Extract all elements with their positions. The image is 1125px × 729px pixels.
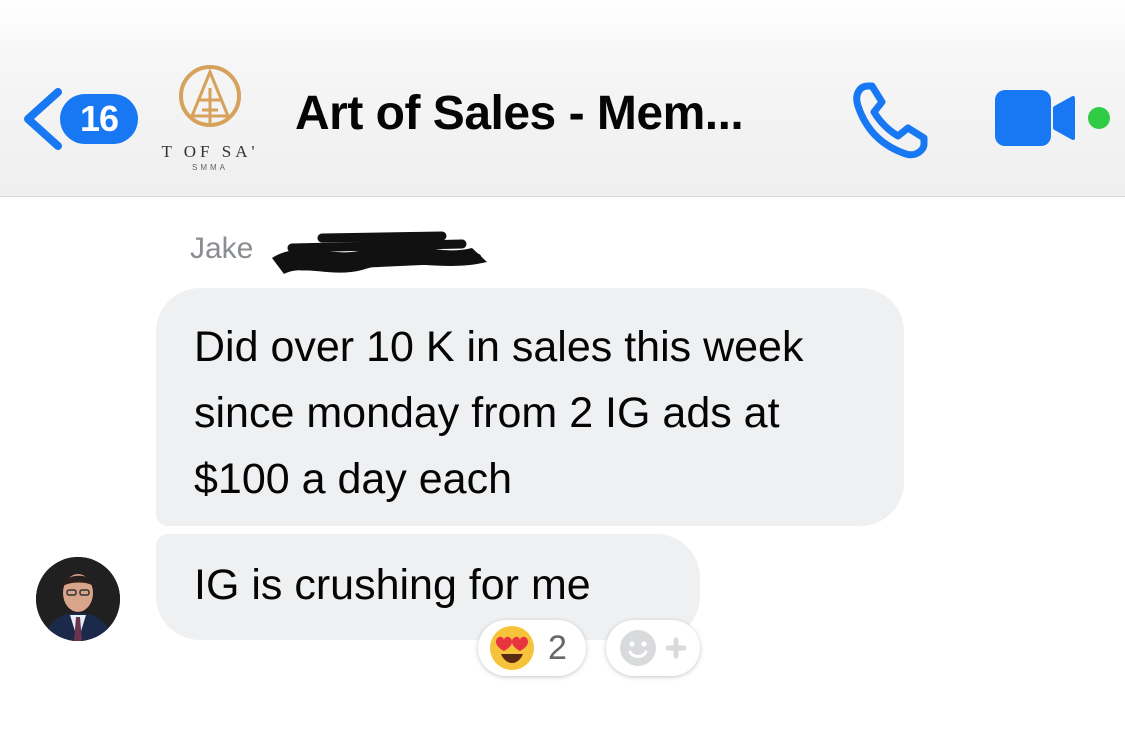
- add-emoji-icon: [620, 630, 687, 666]
- logo-subtext: SMMA: [192, 163, 228, 172]
- heart-eyes-emoji-icon: [490, 626, 534, 670]
- unread-count-badge[interactable]: 16: [60, 94, 138, 144]
- chat-title[interactable]: Art of Sales - Mem...: [295, 86, 744, 141]
- add-reaction-button[interactable]: [606, 620, 700, 676]
- message-bubble[interactable]: Did over 10 K in sales this week since m…: [156, 288, 904, 526]
- reaction-count: 2: [548, 629, 567, 667]
- chat-header: 16 T OF SA' SMMA Art of Sales - Mem...: [0, 0, 1125, 196]
- video-call-icon[interactable]: [993, 88, 1079, 148]
- reaction-pill[interactable]: 2: [478, 620, 586, 676]
- phone-icon[interactable]: [850, 80, 930, 160]
- online-status-dot: [1088, 107, 1110, 129]
- redaction-scribble: [272, 231, 487, 274]
- sender-name: Jake: [190, 232, 254, 265]
- logo-wordmark: T OF SA': [161, 142, 259, 161]
- back-chevron-icon[interactable]: [20, 86, 64, 152]
- sender-avatar[interactable]: [36, 557, 120, 641]
